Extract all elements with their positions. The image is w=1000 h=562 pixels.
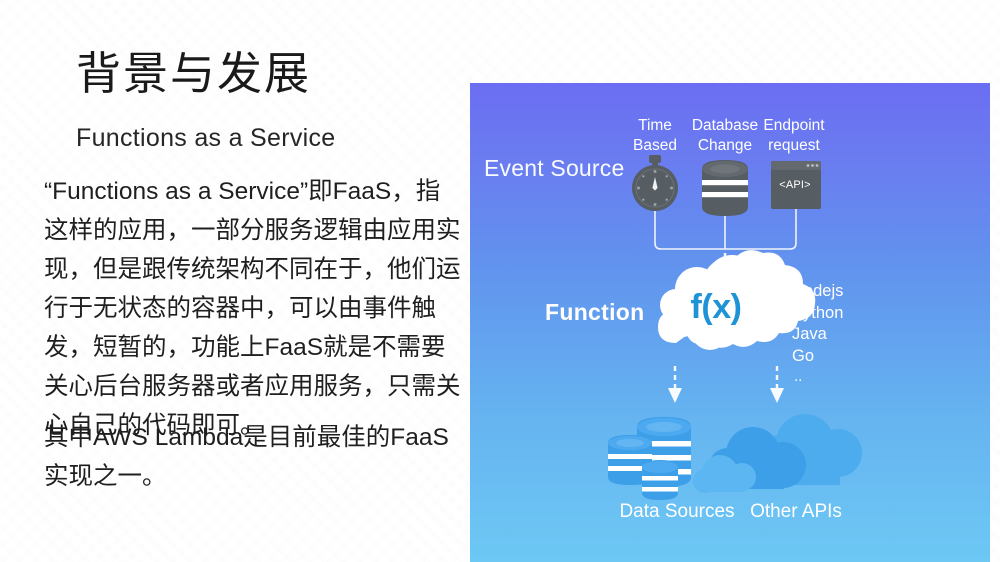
output-label-other-apis: Other APIs xyxy=(750,501,842,522)
arrow-to-other-apis xyxy=(770,366,784,403)
source-label-line1: Endpoint xyxy=(763,117,825,134)
database-icon xyxy=(702,160,748,216)
function-label: Function xyxy=(545,299,645,325)
page-title: 背景与发展 xyxy=(76,49,312,99)
source-label-line2: request xyxy=(768,137,820,154)
stopwatch-icon xyxy=(632,155,678,211)
slide-canvas: 背景与发展 Functions as a Service “Functions … xyxy=(0,0,1000,562)
faas-diagram-panel: Event Source Function Time Based Databas… xyxy=(470,83,990,562)
api-window-text: <API> xyxy=(779,179,811,191)
cloud-group-icon xyxy=(693,414,862,493)
database-stack-icon xyxy=(608,417,691,500)
body-paragraph-1: “Functions as a Service”即FaaS，指这样的应用，一部分… xyxy=(44,178,461,439)
runtime-item-go: Go xyxy=(792,346,815,365)
arrow-to-data-sources xyxy=(668,366,682,403)
runtime-list: Nodejs Python Java Go .. xyxy=(792,281,843,387)
runtime-item-nodejs: Nodejs xyxy=(792,282,844,300)
page-subtitle: Functions as a Service xyxy=(76,124,336,152)
runtime-item-more: .. xyxy=(794,368,803,385)
function-fx-text: f(x) xyxy=(690,288,742,326)
event-source-label: Event Source xyxy=(484,155,625,181)
source-label-endpoint-request: Endpoint request xyxy=(746,116,842,156)
runtime-item-java: Java xyxy=(792,325,827,343)
body-paragraph-2: 其中AWS Lambda是目前最佳的FaaS实现之一。 xyxy=(44,424,449,490)
runtime-item-python: Python xyxy=(792,303,844,322)
